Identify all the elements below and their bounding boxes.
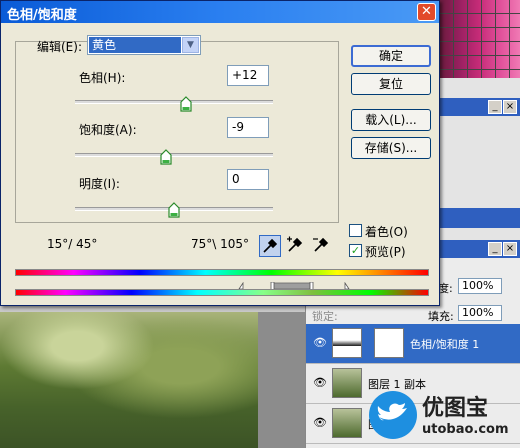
edit-label: 编辑(E): — [37, 40, 82, 54]
layer-mask-thumb — [374, 328, 404, 358]
fill-label: 填充: — [428, 310, 454, 323]
layers-panel-titlebar: _ × — [440, 240, 520, 258]
range-right-label: 75°\ 105° — [191, 237, 250, 251]
eyedropper-add-button[interactable] — [285, 235, 307, 257]
input-spectrum-bar — [15, 269, 429, 276]
reset-button[interactable]: 复位 — [351, 73, 431, 95]
hue-label: 色相(H): — [79, 71, 126, 85]
hue-slider-thumb[interactable] — [180, 96, 192, 112]
color-range-bar[interactable] — [15, 279, 429, 291]
minimize-icon[interactable]: _ — [488, 242, 502, 256]
swatches-panel[interactable] — [440, 0, 520, 78]
saturation-slider-track[interactable] — [75, 153, 273, 157]
layer-row-adjustment[interactable]: 👁 色相/饱和度 1 — [306, 324, 520, 364]
dialog-title: 色相/饱和度 — [7, 8, 77, 23]
preview-checkbox[interactable]: ✓ — [349, 244, 362, 257]
canvas-image — [0, 312, 258, 448]
ok-button[interactable]: 确定 — [351, 45, 431, 67]
watermark-url: utobao.com — [422, 422, 509, 437]
watermark-logo: 优图宝 utobao.com — [368, 384, 518, 446]
hue-slider-track[interactable] — [75, 100, 273, 104]
adjustment-thumb-icon — [332, 328, 362, 358]
lightness-slider-thumb[interactable] — [168, 202, 180, 218]
watermark-brand: 优图宝 — [422, 396, 489, 421]
saturation-input[interactable]: -9 — [227, 117, 269, 138]
eyedropper-button[interactable] — [259, 235, 281, 257]
layer-name: 色相/饱和度 1 — [410, 338, 480, 351]
colorize-label: 着色(O) — [365, 225, 408, 239]
edit-dropdown[interactable]: 黄色 ▼ — [87, 35, 201, 55]
edit-dropdown-value: 黄色 — [89, 37, 181, 53]
lightness-label: 明度(I): — [79, 177, 120, 191]
layer-thumb — [332, 408, 362, 438]
close-icon[interactable]: × — [503, 100, 517, 114]
eyedropper-subtract-button[interactable] — [311, 235, 333, 257]
eyedropper-icon — [263, 238, 278, 253]
eye-icon[interactable]: 👁 — [312, 336, 328, 350]
lightness-input[interactable]: 0 — [227, 169, 269, 190]
load-button[interactable]: 载入(L)... — [351, 109, 431, 131]
lock-label: 锁定: — [312, 310, 338, 323]
eyedropper-minus-icon — [313, 237, 329, 252]
saturation-label: 饱和度(A): — [79, 123, 137, 137]
hue-input[interactable]: +12 — [227, 65, 269, 86]
save-button[interactable]: 存储(S)... — [351, 137, 431, 159]
panel-titlebar: _ × — [440, 98, 520, 116]
eyedropper-plus-icon — [287, 236, 303, 252]
eye-icon[interactable]: 👁 — [312, 376, 328, 390]
saturation-slider-thumb[interactable] — [160, 149, 172, 165]
minimize-icon[interactable]: _ — [488, 100, 502, 114]
preview-label: 预览(P) — [365, 245, 406, 259]
opacity-input[interactable]: 100% — [458, 278, 502, 294]
canvas-frame — [258, 312, 308, 448]
dialog-titlebar[interactable]: 色相/饱和度 ✕ — [1, 1, 439, 23]
eye-icon[interactable]: 👁 — [312, 416, 328, 430]
layer-thumb — [332, 368, 362, 398]
panel-selected-strip — [440, 208, 520, 228]
hue-saturation-dialog: 色相/饱和度 ✕ 编辑(E): 黄色 ▼ 色相(H): +12 饱和度(A): … — [0, 0, 440, 306]
close-button[interactable]: ✕ — [417, 3, 436, 21]
range-left-label: 15°/ 45° — [47, 237, 98, 251]
bird-logo-icon — [369, 391, 417, 439]
output-spectrum-bar — [15, 289, 429, 296]
chevron-down-icon[interactable]: ▼ — [182, 37, 199, 53]
opacity-label: 度: — [438, 282, 453, 295]
settings-group — [15, 41, 339, 223]
close-icon[interactable]: × — [503, 242, 517, 256]
fill-input[interactable]: 100% — [458, 305, 502, 321]
colorize-checkbox[interactable] — [349, 224, 362, 237]
